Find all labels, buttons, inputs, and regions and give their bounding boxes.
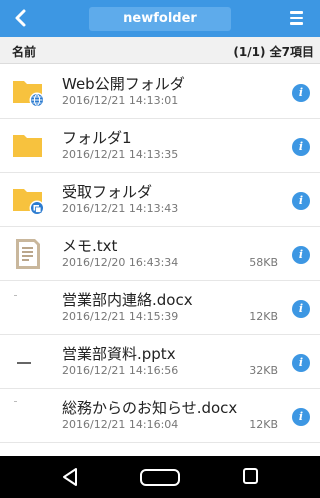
file-name: 受取フォルダ bbox=[62, 183, 153, 201]
info-icon[interactable]: i bbox=[292, 408, 310, 426]
list-item[interactable]: Web公開フォルダ 2016/12/21 14:13:01 i bbox=[0, 65, 320, 119]
file-browser-screen: newfolder 名前 (1/1) 全7項目 Web公開フォルダ 2016/1… bbox=[0, 0, 320, 498]
file-name: メモ.txt bbox=[62, 237, 118, 255]
thumbnail-mark bbox=[14, 401, 17, 402]
info-icon[interactable]: i bbox=[292, 354, 310, 372]
menu-icon bbox=[290, 11, 303, 14]
top-bar: newfolder bbox=[0, 0, 320, 37]
file-name: 営業部資料.pptx bbox=[62, 345, 176, 363]
file-size: 12KB bbox=[249, 310, 278, 323]
file-name: フォルダ1 bbox=[62, 129, 132, 147]
nav-home-button[interactable] bbox=[140, 469, 180, 486]
item-count: (1/1) 全7項目 bbox=[233, 45, 314, 59]
thumbnail-mark bbox=[17, 362, 31, 364]
pptx-thumbnail-icon bbox=[12, 346, 46, 378]
list-item[interactable]: 総務からのお知らせ.docx 2016/12/21 14:16:04 12KB … bbox=[0, 389, 320, 443]
file-name: 総務からのお知らせ.docx bbox=[62, 399, 238, 417]
menu-icon-line bbox=[290, 16, 303, 19]
folder-web-icon bbox=[12, 76, 46, 108]
file-size: 32KB bbox=[249, 364, 278, 377]
file-list: Web公開フォルダ 2016/12/21 14:13:01 i フォルダ1 20… bbox=[0, 65, 320, 443]
file-date: 2016/12/21 14:16:56 bbox=[62, 364, 179, 377]
file-date: 2016/12/21 14:15:39 bbox=[62, 310, 179, 323]
file-name: Web公開フォルダ bbox=[62, 75, 185, 93]
text-file-icon bbox=[12, 238, 46, 270]
file-size: 58KB bbox=[249, 256, 278, 269]
list-item[interactable]: メモ.txt 2016/12/20 16:43:34 58KB i bbox=[0, 227, 320, 281]
file-date: 2016/12/21 14:13:35 bbox=[62, 148, 179, 161]
nav-back-button[interactable] bbox=[61, 467, 79, 487]
thumbnail-mark bbox=[14, 295, 17, 296]
menu-icon-line bbox=[290, 22, 303, 25]
info-icon[interactable]: i bbox=[292, 246, 310, 264]
list-item[interactable]: 受取フォルダ 2016/12/21 14:13:43 i bbox=[0, 173, 320, 227]
file-name: 営業部内連絡.docx bbox=[62, 291, 193, 309]
info-icon[interactable]: i bbox=[292, 84, 310, 102]
system-nav-bar bbox=[0, 456, 320, 498]
docx-thumbnail-icon bbox=[12, 292, 46, 324]
file-date: 2016/12/20 16:43:34 bbox=[62, 256, 179, 269]
file-date: 2016/12/21 14:16:04 bbox=[62, 418, 179, 431]
list-item[interactable]: 営業部内連絡.docx 2016/12/21 14:15:39 12KB i bbox=[0, 281, 320, 335]
back-button[interactable] bbox=[10, 7, 32, 29]
sort-by-name[interactable]: 名前 bbox=[12, 43, 36, 60]
folder-inbox-icon bbox=[12, 184, 46, 216]
column-header: 名前 (1/1) 全7項目 bbox=[0, 37, 320, 64]
docx-thumbnail-icon bbox=[12, 400, 46, 432]
info-icon[interactable]: i bbox=[292, 138, 310, 156]
nav-recents-button[interactable] bbox=[243, 468, 258, 484]
info-icon[interactable]: i bbox=[292, 300, 310, 318]
list-item[interactable]: 営業部資料.pptx 2016/12/21 14:16:56 32KB i bbox=[0, 335, 320, 389]
file-date: 2016/12/21 14:13:43 bbox=[62, 202, 179, 215]
menu-button[interactable] bbox=[290, 10, 304, 26]
file-size: 12KB bbox=[249, 418, 278, 431]
folder-title: newfolder bbox=[89, 7, 231, 31]
back-arrow-icon bbox=[15, 9, 26, 27]
file-date: 2016/12/21 14:13:01 bbox=[62, 94, 179, 107]
info-icon[interactable]: i bbox=[292, 192, 310, 210]
folder-icon bbox=[12, 130, 46, 162]
triangle-back-icon bbox=[63, 468, 77, 486]
list-item[interactable]: フォルダ1 2016/12/21 14:13:35 i bbox=[0, 119, 320, 173]
